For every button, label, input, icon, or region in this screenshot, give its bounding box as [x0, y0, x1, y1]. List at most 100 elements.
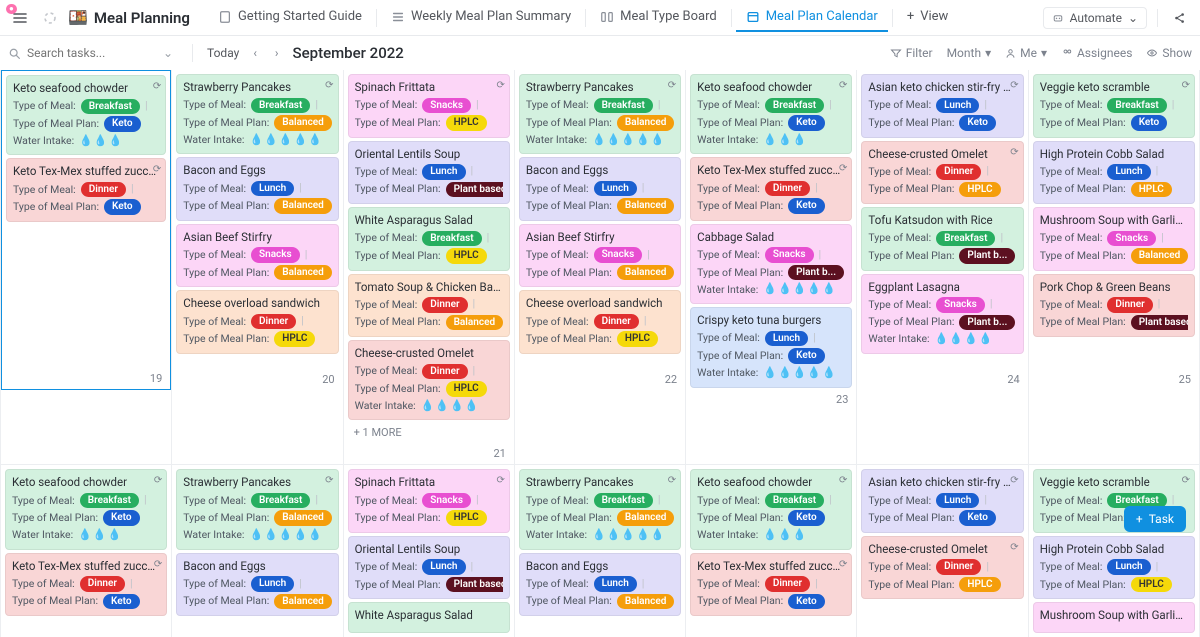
new-task-button[interactable]: + Task [1124, 506, 1186, 532]
meal-card[interactable]: Pork Chop & Green BeansType of Meal:Dinn… [1033, 274, 1195, 338]
meal-card[interactable]: ⟳Asian keto chicken stir-fry with bro...… [861, 74, 1023, 138]
me-filter[interactable]: Me▾ [1005, 46, 1047, 60]
meal-card[interactable]: ⟳Spinach FrittataType of Meal:Snacks|Typ… [348, 74, 510, 138]
month-dropdown[interactable]: Month▾ [947, 46, 992, 60]
meal-card[interactable]: Cheese overload sandwichType of Meal:Din… [176, 290, 338, 354]
meal-card[interactable]: ⟳Keto Tex-Mex stuffed zucchini b...Type … [690, 553, 852, 617]
meal-card[interactable]: Asian Beef StirfryType of Meal:Snacks|Ty… [176, 224, 338, 288]
meal-card[interactable]: Cheese-crusted OmeletType of Meal:Dinner… [348, 340, 510, 420]
label-type-of-meal-plan: Type of Meal Plan: [355, 511, 441, 525]
meal-card[interactable]: ⟳Cheese-crusted OmeletType of Meal:Dinne… [861, 141, 1023, 205]
meal-card[interactable]: ⟳Strawberry PancakesType of Meal:Breakfa… [519, 74, 681, 154]
calendar-day-column[interactable]: ⟳Strawberry PancakesType of Meal:Breakfa… [172, 70, 343, 464]
meal-card[interactable]: ⟳Cheese-crusted OmeletType of Meal:Dinne… [861, 536, 1023, 600]
label-type-of-meal: Type of Meal: [355, 364, 418, 378]
prev-button[interactable]: ‹ [249, 44, 261, 62]
filter-icon [890, 47, 902, 59]
meal-card[interactable]: Cabbage SaladType of Meal:Snacks|Type of… [690, 224, 852, 304]
add-view[interactable]: + View [897, 3, 959, 32]
view-getting-started[interactable]: Getting Started Guide [208, 3, 372, 32]
meal-card[interactable]: White Asparagus Salad [348, 602, 510, 633]
label-type-of-meal-plan: Type of Meal Plan: [526, 266, 612, 280]
calendar-day-column[interactable]: ⟳Asian keto chicken stir-fry with b...Ty… [857, 465, 1028, 637]
meal-card[interactable]: Eggplant LasagnaType of Meal:Snacks|Type… [861, 274, 1023, 354]
meal-card[interactable]: ⟳Keto seafood chowderType of Meal:Breakf… [5, 469, 167, 549]
calendar-day-column[interactable]: ⟳Strawberry PancakesType of Meal:Breakfa… [515, 465, 686, 637]
filter-button[interactable]: Filter [890, 46, 933, 60]
meal-card[interactable]: ⟳Keto seafood chowderType of Meal:Breakf… [690, 469, 852, 549]
label-type-of-meal: Type of Meal: [526, 315, 589, 329]
meal-card[interactable]: Cheese overload sandwichType of Meal:Din… [519, 290, 681, 354]
view-meal-type-board[interactable]: Meal Type Board [590, 3, 727, 32]
meal-card[interactable]: ⟳Strawberry PancakesType of Meal:Breakfa… [176, 74, 338, 154]
calendar-day-column[interactable]: ⟳Spinach FrittataType of Meal:Snacks|Typ… [344, 70, 515, 464]
menu-button[interactable]: ● [8, 6, 32, 30]
meal-card[interactable]: High Protein Cobb SaladType of Meal:Lunc… [1033, 536, 1195, 600]
plan-pill: HPLC [446, 248, 487, 264]
label-type-of-meal-plan: Type of Meal Plan: [697, 199, 783, 213]
plan-pill: HPLC [959, 577, 1000, 593]
card-title: Asian Beef Stirfry [183, 230, 331, 246]
label-type-of-meal-plan: Type of Meal Plan: [1040, 315, 1126, 329]
calendar-day-column[interactable]: ⟳Keto seafood chowderType of Meal:Breakf… [0, 70, 172, 464]
meal-card[interactable]: Bacon and EggsType of Meal:Lunch|Type of… [176, 157, 338, 221]
search-icon [8, 47, 21, 60]
calendar-day-column[interactable]: ⟳Veggie keto scrambleType of Meal:Breakf… [1029, 70, 1200, 464]
meal-card[interactable]: ⟳Asian keto chicken stir-fry with b...Ty… [861, 469, 1023, 533]
label-type-of-meal: Type of Meal: [183, 315, 246, 329]
calendar-day-column[interactable]: ⟳Strawberry PancakesType of Meal:Breakfa… [172, 465, 343, 637]
view-meal-plan-calendar[interactable]: Meal Plan Calendar [736, 3, 888, 32]
meal-card[interactable]: High Protein Cobb SaladType of Meal:Lunc… [1033, 141, 1195, 205]
meal-pill: Dinner [422, 364, 467, 380]
calendar-day-column[interactable]: ⟳Spinach FrittataType of Meal:Snacks|Typ… [344, 465, 515, 637]
meal-card[interactable]: ⟳Keto Tex-Mex stuffed zucchini b...Type … [690, 157, 852, 221]
meal-card[interactable]: ⟳Veggie keto scrambleType of Meal:Breakf… [1033, 74, 1195, 138]
meal-card[interactable]: Tofu Katsudon with RiceType of Meal:Brea… [861, 207, 1023, 271]
meal-card[interactable]: ⟳Keto seafood chowderType of Meal:Breakf… [6, 75, 166, 155]
meal-card[interactable]: White Asparagus SaladType of Meal:Breakf… [348, 207, 510, 271]
view-weekly-summary[interactable]: Weekly Meal Plan Summary [381, 3, 581, 32]
meal-card[interactable]: Crispy keto tuna burgersType of Meal:Lun… [690, 307, 852, 387]
meal-card[interactable]: ⟳Keto seafood chowderType of Meal:Breakf… [690, 74, 852, 154]
calendar-day-column[interactable]: ⟳Keto seafood chowderType of Meal:Breakf… [686, 465, 857, 637]
share-button[interactable] [1168, 6, 1192, 30]
meal-card[interactable]: Bacon and EggsType of Meal:Lunch|Type of… [176, 553, 338, 617]
meal-card[interactable]: Mushroom Soup with Garlic Bre... [1033, 602, 1195, 633]
meal-card[interactable]: ⟳Keto Tex-Mex stuffed zucchini boatType … [6, 158, 166, 222]
meal-card[interactable]: Oriental Lentils SoupType of Meal:Lunch|… [348, 536, 510, 600]
search-input[interactable] [27, 46, 157, 60]
assignees-filter[interactable]: Assignees [1061, 46, 1132, 60]
search-box[interactable]: ⌄ [8, 46, 178, 60]
water-drops: 💧💧💧 [78, 528, 122, 543]
meal-card[interactable]: Tomato Soup & Chicken BarbecueType of Me… [348, 274, 510, 338]
card-title: White Asparagus Salad [355, 213, 503, 229]
label-type-of-meal-plan: Type of Meal Plan: [183, 116, 269, 130]
meal-card[interactable]: Bacon and EggsType of Meal:Lunch|Type of… [519, 157, 681, 221]
calendar-day-column[interactable]: ⟳Strawberry PancakesType of Meal:Breakfa… [515, 70, 686, 464]
meal-card[interactable]: Bacon and EggsType of Meal:Lunch|Type of… [519, 553, 681, 617]
calendar-day-column[interactable]: ⟳Asian keto chicken stir-fry with bro...… [857, 70, 1028, 464]
label-type-of-meal-plan: Type of Meal Plan: [355, 382, 441, 396]
meal-card[interactable]: Asian Beef StirfryType of Meal:Snacks|Ty… [519, 224, 681, 288]
meal-pill: Breakfast [594, 98, 653, 114]
meal-card[interactable]: Oriental Lentils SoupType of Meal:Lunch|… [348, 141, 510, 205]
label-type-of-meal-plan: Type of Meal Plan: [1040, 182, 1126, 196]
show-button[interactable]: Show [1146, 46, 1192, 60]
calendar-day-column[interactable]: ⟳Keto seafood chowderType of Meal:Breakf… [0, 465, 172, 637]
recurring-icon: ⟳ [1182, 474, 1190, 488]
meal-pill: Lunch [422, 559, 465, 575]
today-button[interactable]: Today [207, 46, 239, 60]
water-drops: 💧💧💧💧💧 [592, 528, 665, 543]
meal-card[interactable]: ⟳Strawberry PancakesType of Meal:Breakfa… [519, 469, 681, 549]
meal-card[interactable]: Mushroom Soup with Garlic Bre...Type of … [1033, 207, 1195, 271]
chevron-down-icon[interactable]: ⌄ [163, 46, 173, 60]
label-type-of-meal-plan: Type of Meal Plan: [12, 594, 98, 608]
calendar-day-column[interactable]: ⟳Veggie keto scrambleType of Meal:Breakf… [1029, 465, 1200, 637]
next-button[interactable]: › [271, 44, 283, 62]
automate-button[interactable]: Automate ⌄ [1043, 7, 1147, 29]
more-link[interactable]: + 1 MORE [348, 423, 510, 442]
calendar-day-column[interactable]: ⟳Keto seafood chowderType of Meal:Breakf… [686, 70, 857, 464]
meal-card[interactable]: ⟳Spinach FrittataType of Meal:Snacks|Typ… [348, 469, 510, 533]
meal-card[interactable]: ⟳Keto Tex-Mex stuffed zucchini b...Type … [5, 553, 167, 617]
meal-card[interactable]: ⟳Strawberry PancakesType of Meal:Breakfa… [176, 469, 338, 549]
